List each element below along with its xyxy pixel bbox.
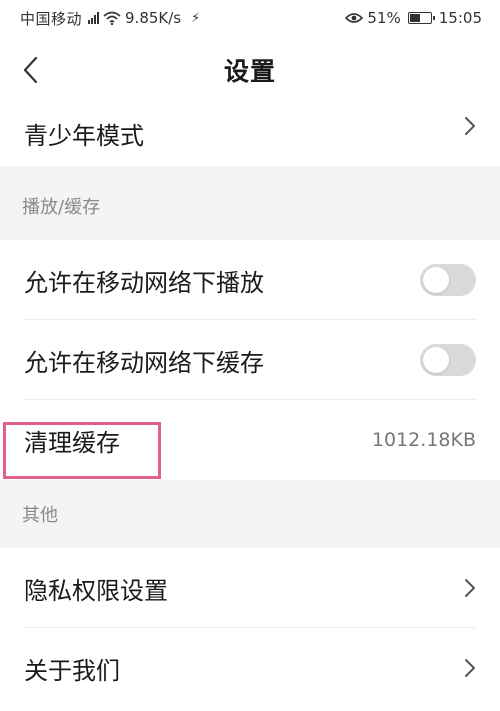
section-header-other: 其他 <box>0 480 500 548</box>
allow-mobile-play-label: 允许在移动网络下播放 <box>24 268 264 297</box>
status-bar-left: 中国移动 9.85K/s ⚡ <box>20 8 200 29</box>
cell-signal-icon <box>88 12 100 24</box>
privacy-settings-row[interactable]: 隐私权限设置 <box>0 548 500 628</box>
wifi-icon <box>103 11 121 25</box>
network-speed: 9.85K/s <box>125 9 182 27</box>
chevron-left-icon <box>23 56 38 84</box>
carrier-label: 中国移动 <box>20 9 83 28</box>
status-bar-right: 51% 15:05 <box>345 9 482 27</box>
allow-mobile-cache-row[interactable]: 允许在移动网络下缓存 <box>0 320 500 400</box>
battery-icon <box>407 12 435 24</box>
battery-percent: 51% <box>367 9 401 27</box>
allow-mobile-play-row[interactable]: 允许在移动网络下播放 <box>0 240 500 320</box>
page-title: 设置 <box>223 57 276 86</box>
status-bar: 中国移动 9.85K/s ⚡ 51% 15:05 <box>0 0 500 36</box>
section-header-playback-cache: 播放/缓存 <box>0 172 500 240</box>
cache-size-value: 1012.18KB <box>371 429 476 451</box>
about-us-label: 关于我们 <box>24 656 120 685</box>
allow-mobile-cache-label: 允许在移动网络下缓存 <box>24 348 264 377</box>
chevron-right-icon <box>464 658 476 678</box>
youth-mode-label: 青少年模式 <box>24 122 144 150</box>
notification-icon: ⚡ <box>191 10 201 26</box>
youth-mode-row[interactable]: 青少年模式 <box>0 104 500 166</box>
back-button[interactable] <box>22 55 52 85</box>
clear-cache-label: 清理缓存 <box>24 428 120 457</box>
privacy-settings-label: 隐私权限设置 <box>24 576 168 605</box>
eye-comfort-icon <box>345 12 364 24</box>
chevron-right-icon <box>464 578 476 598</box>
allow-mobile-cache-toggle[interactable] <box>420 344 476 376</box>
clear-cache-row[interactable]: 清理缓存 1012.18KB <box>0 400 500 480</box>
about-us-row[interactable]: 关于我们 <box>0 628 500 708</box>
clock: 15:05 <box>438 9 482 27</box>
allow-mobile-play-toggle[interactable] <box>420 264 476 296</box>
chevron-right-icon <box>464 116 476 136</box>
nav-bar: 设置 <box>0 36 500 104</box>
